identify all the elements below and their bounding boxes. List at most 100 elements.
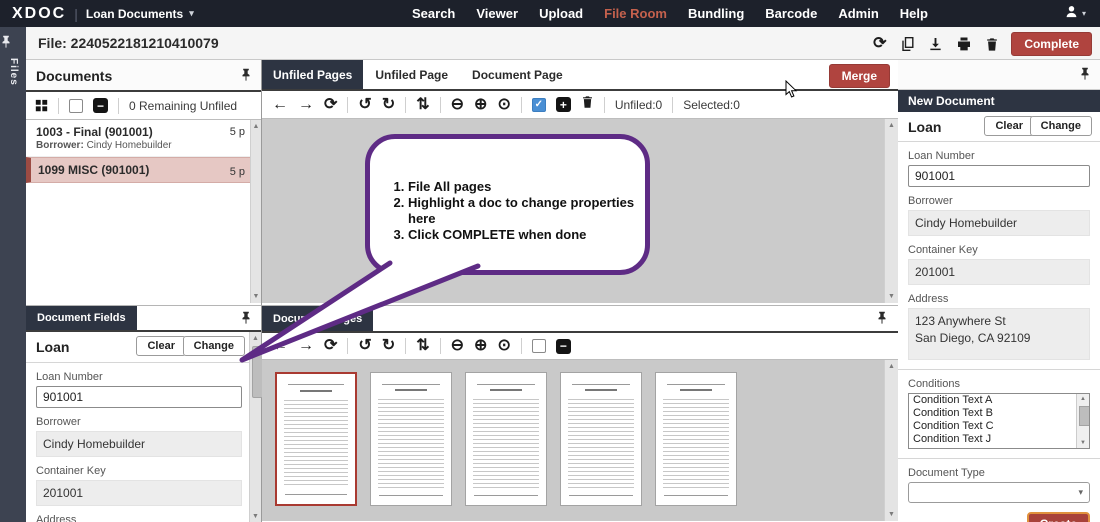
document-list-item-selected[interactable]: 1099 MISC (901001) 5 p: [26, 157, 261, 183]
back-icon[interactable]: ←: [272, 97, 288, 113]
file-id-title: File: 2240522181210410079: [38, 35, 219, 51]
refresh-icon[interactable]: ⟳: [324, 338, 337, 354]
nav-item-bundling[interactable]: Bundling: [688, 6, 744, 21]
container-key-label: Container Key: [36, 465, 240, 477]
zoom-in-icon[interactable]: ⊕: [474, 338, 487, 354]
zoom-actual-icon[interactable]: ⊙: [497, 338, 510, 354]
condition-option[interactable]: Condition Text A: [909, 394, 1089, 407]
form-title: Loan: [908, 119, 941, 135]
select-pages-checkbox[interactable]: [532, 339, 546, 353]
files-tab-label: Files: [8, 58, 19, 86]
tab-unfiled-page[interactable]: Unfiled Page: [363, 60, 460, 89]
copy-pages-icon[interactable]: [899, 36, 916, 53]
forward-icon[interactable]: →: [298, 97, 314, 113]
download-icon[interactable]: [927, 36, 944, 53]
page-thumbnail-selected[interactable]: [275, 372, 357, 506]
documents-scrollbar[interactable]: ▲ ▼: [250, 120, 261, 303]
delete-icon[interactable]: [983, 36, 1000, 53]
scroll-down-icon[interactable]: ▼: [885, 293, 898, 300]
scroll-down-icon[interactable]: ▼: [1077, 440, 1089, 446]
zoom-out-icon[interactable]: ⊖: [451, 97, 464, 113]
documents-toolbar: − 0 Remaining Unfiled: [26, 92, 261, 120]
nav-item-help[interactable]: Help: [900, 6, 928, 21]
add-icon[interactable]: +: [556, 97, 571, 112]
scroll-up-icon[interactable]: ▲: [250, 335, 261, 342]
scroll-down-icon[interactable]: ▼: [885, 511, 898, 518]
thumbnails-scrollbar[interactable]: ▲ ▼: [884, 360, 898, 521]
nav-item-file-room[interactable]: File Room: [604, 6, 667, 21]
create-button[interactable]: Create: [1027, 512, 1090, 522]
pin-icon[interactable]: [240, 68, 252, 82]
loan-number-input[interactable]: [908, 165, 1090, 187]
page-thumbnail[interactable]: [465, 372, 547, 506]
scrollbar-thumb[interactable]: [1079, 406, 1090, 426]
new-document-panel: New Document Loan Clear Change Loan Numb…: [898, 60, 1100, 522]
condition-option[interactable]: Condition Text J: [909, 433, 1089, 446]
complete-button[interactable]: Complete: [1011, 32, 1092, 56]
collapse-icon[interactable]: −: [556, 339, 571, 354]
zoom-in-icon[interactable]: ⊕: [474, 97, 487, 113]
pin-icon[interactable]: [876, 311, 888, 325]
merge-button[interactable]: Merge: [829, 64, 890, 88]
context-dropdown[interactable]: Loan Documents ▾: [86, 7, 194, 21]
document-type-dropdown[interactable]: ▾: [908, 482, 1090, 503]
rotate-ccw-icon[interactable]: ↺: [358, 338, 371, 354]
select-all-checkbox[interactable]: [69, 99, 83, 113]
collapse-icon[interactable]: −: [93, 98, 108, 113]
refresh-icon[interactable]: ⟳: [871, 36, 888, 53]
page-thumbnail[interactable]: [560, 372, 642, 506]
canvas-scrollbar[interactable]: ▲ ▼: [884, 119, 898, 303]
scroll-down-icon[interactable]: ▼: [250, 513, 261, 520]
tab-unfiled-pages[interactable]: Unfiled Pages: [262, 60, 363, 89]
rotate-ccw-icon[interactable]: ↺: [358, 97, 371, 113]
page-thumbnail[interactable]: [370, 372, 452, 506]
pin-icon[interactable]: [240, 311, 252, 325]
tab-document-pages[interactable]: Document Pages: [262, 306, 373, 331]
grid-view-icon[interactable]: [35, 99, 48, 112]
conditions-listbox[interactable]: Condition Text A Condition Text B Condit…: [908, 393, 1090, 449]
trash-icon[interactable]: [581, 95, 594, 114]
zoom-out-icon[interactable]: ⊖: [451, 338, 464, 354]
sort-vertical-icon[interactable]: ⇅: [416, 97, 429, 113]
pin-icon[interactable]: [1079, 67, 1091, 81]
nav-item-viewer[interactable]: Viewer: [476, 6, 518, 21]
tab-document-fields[interactable]: Document Fields: [26, 306, 137, 330]
nav-item-upload[interactable]: Upload: [539, 6, 583, 21]
scroll-up-icon[interactable]: ▲: [885, 122, 898, 129]
loan-number-input[interactable]: [36, 386, 242, 408]
select-pages-checkbox[interactable]: ✓: [532, 98, 546, 112]
new-document-form: Loan Number Borrower Cindy Homebuilder C…: [898, 150, 1100, 503]
tab-document-page[interactable]: Document Page: [460, 60, 575, 89]
files-side-tab[interactable]: Files: [0, 27, 26, 522]
scroll-up-icon[interactable]: ▲: [885, 363, 898, 370]
right-panel-header-strip: [898, 60, 1100, 90]
address-label: Address: [908, 293, 1090, 305]
clear-button[interactable]: Clear: [136, 336, 186, 356]
fields-scrollbar[interactable]: ▲ ▼: [249, 332, 261, 522]
forward-icon[interactable]: →: [298, 338, 314, 354]
nav-item-barcode[interactable]: Barcode: [765, 6, 817, 21]
page-thumbnail[interactable]: [655, 372, 737, 506]
nav-item-admin[interactable]: Admin: [838, 6, 878, 21]
rotate-cw-icon[interactable]: ↻: [382, 338, 395, 354]
scroll-up-icon[interactable]: ▲: [1077, 396, 1089, 402]
conditions-scrollbar[interactable]: ▲ ▼: [1076, 394, 1089, 448]
change-button[interactable]: Change: [1030, 116, 1092, 136]
condition-option[interactable]: Condition Text B: [909, 407, 1089, 420]
zoom-actual-icon[interactable]: ⊙: [497, 97, 510, 113]
refresh-icon[interactable]: ⟳: [324, 97, 337, 113]
caret-down-icon: ▾: [1082, 9, 1086, 18]
document-list-item[interactable]: 1003 - Final (901001) Borrower: Cindy Ho…: [26, 120, 261, 157]
sort-vertical-icon[interactable]: ⇅: [416, 338, 429, 354]
instruction-step: File All pages: [408, 179, 645, 195]
scroll-up-icon[interactable]: ▲: [251, 123, 261, 130]
back-icon[interactable]: ←: [272, 338, 288, 354]
user-menu[interactable]: ▾: [1064, 0, 1086, 27]
nav-item-search[interactable]: Search: [412, 6, 455, 21]
condition-option[interactable]: Condition Text C: [909, 420, 1089, 433]
rotate-cw-icon[interactable]: ↻: [382, 97, 395, 113]
clear-button[interactable]: Clear: [984, 116, 1034, 136]
print-icon[interactable]: [955, 36, 972, 53]
scroll-down-icon[interactable]: ▼: [251, 293, 261, 300]
change-button[interactable]: Change: [183, 336, 245, 356]
